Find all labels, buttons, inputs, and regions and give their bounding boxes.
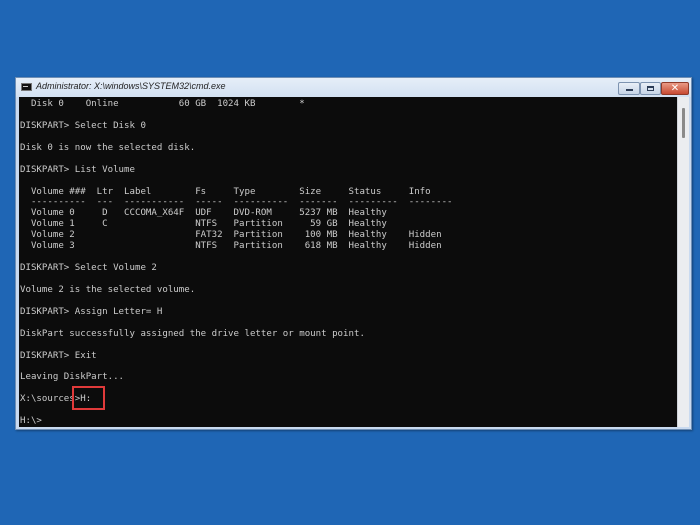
maximize-icon — [647, 86, 654, 91]
console-line: DISKPART> Exit — [20, 350, 97, 361]
console-line: Volume 0 D CCCOMA_X64F UDF DVD-ROM 5237 … — [20, 208, 387, 219]
console-line: Volume 3 NTFS Partition 618 MB Healthy H… — [20, 241, 442, 252]
console-line: DISKPART> Select Volume 2 — [20, 263, 157, 274]
window-title: Administrator: X:\windows\SYSTEM32\cmd.e… — [36, 81, 226, 91]
cmd-icon[interactable] — [21, 83, 32, 91]
console-line: DiskPart successfully assigned the drive… — [20, 328, 365, 339]
close-button[interactable]: ✕ — [661, 82, 689, 95]
console-line: Volume ### Ltr Label Fs Type Size Status… — [20, 186, 431, 197]
console-line: DISKPART> Select Disk 0 — [20, 120, 146, 131]
console-line: Disk 0 Online 60 GB 1024 KB * — [20, 99, 305, 109]
minimize-button[interactable] — [618, 82, 640, 95]
console-line: Volume 1 C NTFS Partition 59 GB Healthy — [20, 219, 387, 230]
close-icon: ✕ — [670, 83, 680, 94]
console-line: DISKPART> Assign Letter= H — [20, 306, 163, 317]
scrollbar-thumb[interactable] — [682, 108, 685, 138]
console-output[interactable]: Disk 0 Online 60 GB 1024 KB * DISKPART> … — [19, 97, 677, 427]
console-line: Volume 2 is the selected volume. — [20, 284, 196, 295]
minimize-icon — [626, 89, 633, 91]
highlighted-command-box — [72, 386, 105, 410]
console-line: Leaving DiskPart... — [20, 372, 125, 383]
console-line: H:\> — [20, 416, 42, 427]
console-lines: Disk 0 Online 60 GB 1024 KB * DISKPART> … — [20, 99, 453, 427]
cmd-window: Administrator: X:\windows\SYSTEM32\cmd.e… — [15, 77, 692, 430]
title-bar[interactable]: Administrator: X:\windows\SYSTEM32\cmd.e… — [16, 78, 691, 97]
console-line: Volume 2 FAT32 Partition 100 MB Healthy … — [20, 230, 442, 241]
console-line: ---------- --- ----------- ----- -------… — [20, 197, 453, 208]
console-line: Disk 0 is now the selected disk. — [20, 142, 196, 153]
console-line: DISKPART> List Volume — [20, 164, 135, 175]
vertical-scrollbar[interactable] — [677, 97, 689, 427]
maximize-button[interactable] — [640, 82, 661, 95]
